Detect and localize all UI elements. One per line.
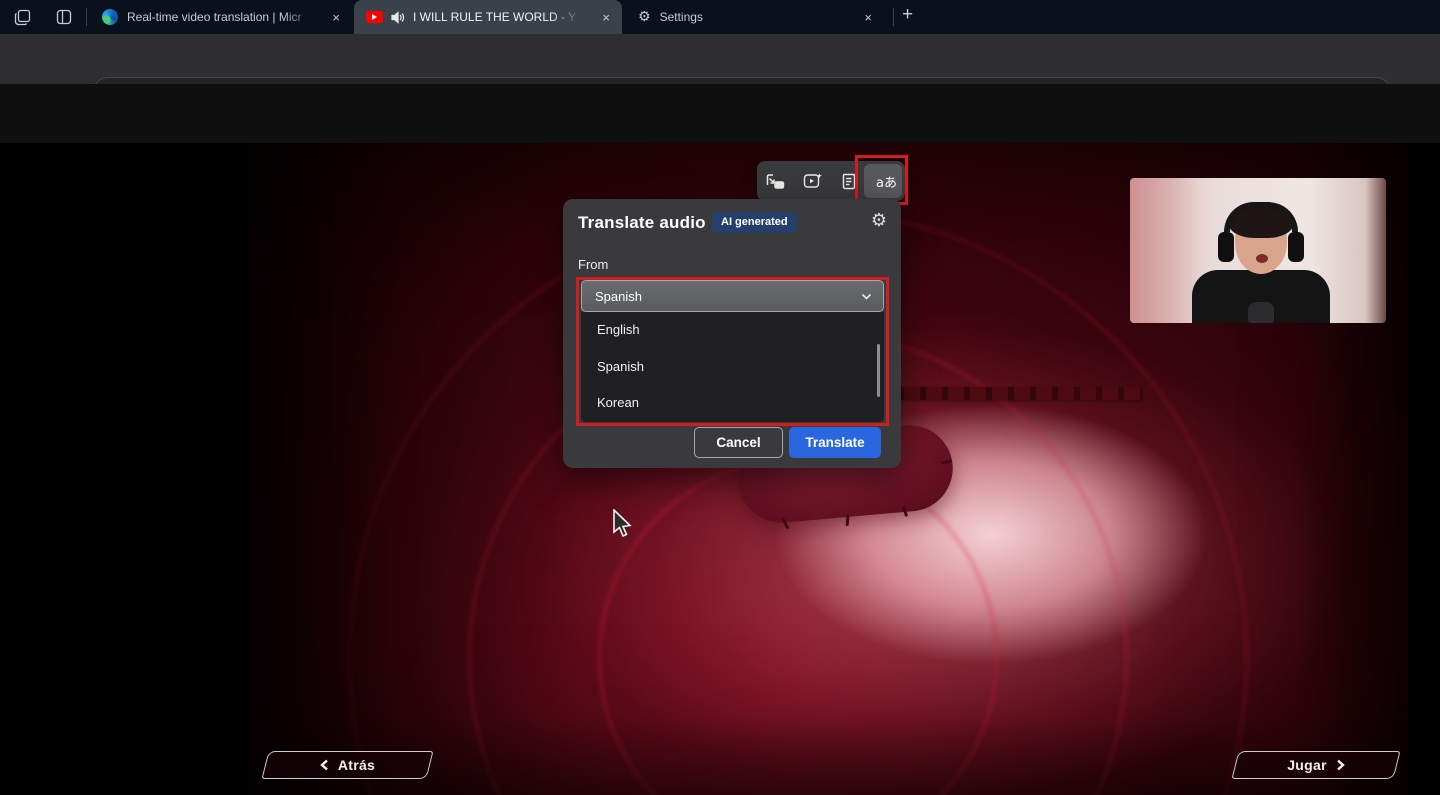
tab-settings[interactable]: ⚙ Settings ×: [626, 0, 884, 34]
annotation-box-translate-icon: [855, 155, 908, 205]
tab-divider: [893, 8, 894, 26]
game-play-label: Jugar: [1287, 757, 1327, 773]
tab-divider: [86, 8, 87, 26]
game-back-label: Atrás: [338, 757, 375, 773]
tab-realtime-translation[interactable]: Real-time video translation | Micr ×: [92, 0, 350, 34]
cancel-button[interactable]: Cancel: [694, 427, 783, 458]
edge-icon: [102, 9, 118, 25]
tab-close-icon[interactable]: ×: [864, 11, 872, 24]
streamer-microphone: [1248, 302, 1274, 323]
game-back-button[interactable]: Atrás: [265, 751, 430, 779]
tab-title: I WILL RULE THE WORLD - Y: [413, 10, 581, 24]
mouse-cursor: [612, 509, 634, 544]
tab-title: Real-time video translation | Micr: [127, 10, 317, 24]
ai-generated-badge: AI generated: [712, 212, 797, 233]
settings-gear-icon: ⚙: [638, 9, 651, 25]
annotation-box-dropdown: [576, 277, 889, 426]
translate-audio-dialog: Translate audio AI generated ⚙ From Span…: [563, 199, 901, 468]
tab-close-icon[interactable]: ×: [602, 11, 610, 24]
from-label: From: [578, 257, 608, 272]
headphone-earcup: [1218, 232, 1234, 262]
chevron-right-icon: [1336, 759, 1345, 771]
tab-title: Settings: [660, 10, 830, 24]
new-tab-button[interactable]: +: [902, 4, 913, 26]
video-enhance-icon[interactable]: [801, 169, 825, 193]
browser-window: Real-time video translation | Micr × I W…: [0, 0, 1440, 795]
browser-toolbar: ← https://www.youtube.com/watch?v=tICVZY…: [0, 34, 1440, 84]
headphone-earcup: [1288, 232, 1304, 262]
picture-in-picture-icon[interactable]: [764, 169, 788, 193]
workspaces-icon[interactable]: [12, 7, 32, 27]
tab-youtube-video[interactable]: I WILL RULE THE WORLD - Y ×: [354, 0, 622, 34]
youtube-favicon: [366, 11, 383, 23]
tab-actions-icon[interactable]: [54, 7, 74, 27]
streamer-mouth: [1256, 254, 1268, 263]
tab-bar: Real-time video translation | Micr × I W…: [0, 0, 1440, 34]
tab-audio-icon[interactable]: [391, 11, 405, 24]
streamer-webcam-overlay: [1130, 178, 1386, 323]
video-player-area[interactable]: aあ Translate audio AI generated ⚙ From S…: [0, 143, 1440, 795]
youtube-header: YouTube IN ×: [0, 84, 1440, 143]
game-play-button[interactable]: Jugar: [1235, 751, 1397, 779]
chevron-left-icon: [320, 759, 329, 771]
translate-button[interactable]: Translate: [789, 427, 881, 458]
tab-close-icon[interactable]: ×: [332, 11, 340, 24]
dialog-settings-gear-icon[interactable]: ⚙: [871, 210, 887, 231]
dialog-title: Translate audio: [578, 213, 706, 233]
